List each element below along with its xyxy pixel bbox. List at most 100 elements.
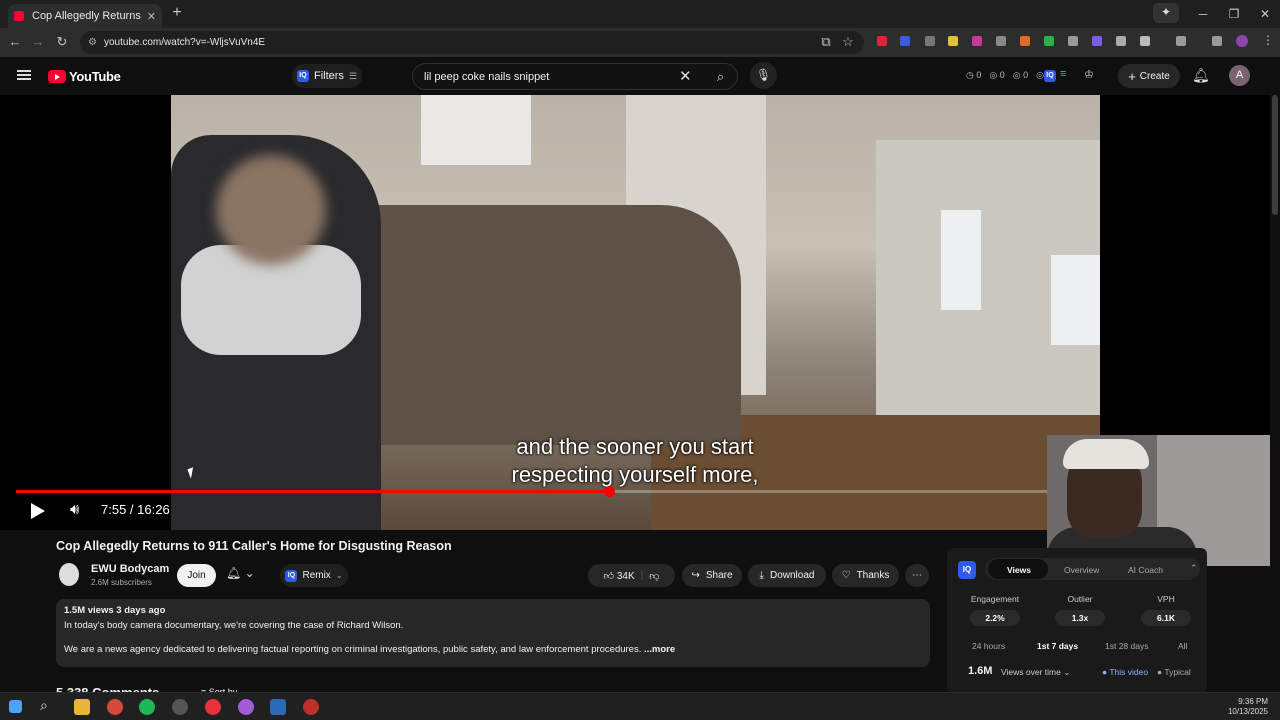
search-input[interactable] [424,64,674,89]
thanks-button[interactable]: ♡ Thanks [832,564,899,587]
extension-icon[interactable] [1044,36,1054,46]
spotify-icon[interactable] [139,699,155,715]
extension-icon[interactable] [900,36,910,46]
progress-played [16,490,610,493]
range-24h[interactable]: 24 hours [972,641,1005,651]
back-button[interactable]: ← [5,33,25,51]
forward-button[interactable]: → [28,33,48,51]
profile-avatar-icon[interactable] [1236,35,1248,47]
app-icon[interactable] [303,699,319,715]
progress-bar[interactable] [16,486,1048,497]
bookmark-star-icon[interactable]: ☆ [838,33,858,51]
dislike-button[interactable]: 👎︎ [649,570,659,582]
create-button[interactable]: + Create [1118,64,1180,88]
steam-icon[interactable] [270,699,286,715]
description-line: In today's body camera documentary, we'r… [64,620,404,631]
range-28d[interactable]: 1st 28 days [1105,641,1148,651]
clear-search-icon[interactable]: ✕ [679,67,692,85]
hamburger-menu-icon[interactable] [17,70,31,80]
maximize-button[interactable]: ❐ [1220,5,1248,23]
search-button[interactable]: ⌕ [703,64,738,89]
channel-avatar[interactable] [59,563,79,586]
app-icon[interactable] [238,699,254,715]
time-display: 7:55 / 16:26 [101,502,170,517]
like-button[interactable]: 👍︎ 34K [604,570,635,582]
channel-name[interactable]: EWU Bodycam [91,563,169,575]
account-avatar[interactable]: A [1229,65,1250,86]
range-all[interactable]: All [1178,641,1187,651]
play-button[interactable] [31,503,45,519]
legend-this-video: ● This video [1102,667,1149,677]
new-tab-button[interactable]: + [168,4,186,22]
voice-search-button[interactable]: 🎙 [750,62,777,89]
volume-icon[interactable]: 🔊︎ [70,501,79,518]
iq-extension-icon[interactable]: IQ [1044,70,1056,82]
views-and-date: 1.5M views 3 days ago [64,605,166,616]
like-dislike-group: 👍︎ 34K | 👎︎ [588,564,675,587]
extension-icon[interactable] [925,36,935,46]
trophy-icon[interactable]: ♔ [1084,68,1094,81]
close-window-button[interactable]: ✕ [1251,5,1279,23]
tab-ai-coach[interactable]: AI Coach [1128,565,1163,575]
chrome-icon[interactable] [107,699,123,715]
extension-icon[interactable] [996,36,1006,46]
thanks-label: Thanks [856,570,890,581]
tab-views[interactable]: Views [1007,565,1031,575]
collapse-icon[interactable]: ⌃ [1190,563,1198,574]
scene-window [421,95,531,165]
legend-typical: ● Typical [1157,667,1191,677]
extension-icon[interactable] [1068,36,1078,46]
remix-button[interactable]: IQ Remix ⌄ [280,564,348,587]
page-scrollbar[interactable] [1270,95,1280,690]
search-box: ✕ ⌕ [412,63,738,90]
windows-taskbar: ⌕ 9:36 PM 10/13/2025 [0,692,1280,720]
system-clock[interactable]: 9:36 PM 10/13/2025 [1228,697,1268,717]
media-controls-icon[interactable] [1212,36,1222,46]
extensions-puzzle-icon[interactable] [1140,36,1150,46]
browser-tab[interactable]: Cop Allegedly Returns to 911 C ✕ [8,4,162,28]
windows-start-icon[interactable] [9,700,22,713]
extension-icon[interactable] [1092,36,1102,46]
range-7d[interactable]: 1st 7 days [1037,641,1078,651]
extension-counters: ◷ 0 ◎ 0 ◎ 0 ◎ 0 [966,70,1052,81]
install-app-icon[interactable]: ⧉ [816,33,836,51]
extension-icon[interactable] [948,36,958,46]
reload-button[interactable]: ↻ [52,33,72,51]
extension-icon[interactable] [1116,36,1126,46]
browser-menu-icon[interactable]: ⋮ [1262,33,1274,47]
description-line: We are a news agency dedicated to delive… [64,644,642,655]
more-actions-button[interactable]: ⋯ [905,564,929,587]
browser-toolbar: ← → ↻ ⚙ youtube.com/watch?v=-WljsVuVn4E … [0,28,1280,57]
address-bar[interactable]: ⚙ youtube.com/watch?v=-WljsVuVn4E [80,31,864,54]
stat-label: Engagement [970,594,1020,604]
close-tab-icon[interactable]: ✕ [147,10,156,23]
list-icon[interactable]: ≡ [1060,68,1066,80]
side-panel-icon[interactable] [1176,36,1186,46]
join-button[interactable]: Join [177,564,216,587]
filters-button[interactable]: IQ Filters ☰ [292,64,362,88]
site-info-icon[interactable]: ⚙ [88,31,97,54]
app-icon[interactable] [205,699,221,715]
counter-item: ◎ 0 [1012,70,1029,80]
create-label: Create [1139,70,1170,82]
file-explorer-icon[interactable] [74,699,90,715]
app-icon[interactable] [172,699,188,715]
tab-overview[interactable]: Overview [1064,565,1099,575]
gemini-icon[interactable]: ✦ [1153,3,1179,23]
extension-icon[interactable] [972,36,982,46]
scrollbar-thumb[interactable] [1272,95,1278,215]
share-button[interactable]: ↪ Share [682,564,742,587]
scene-window [941,210,981,310]
notifications-bell-icon[interactable]: 🔔︎ [1192,67,1210,84]
subscribe-bell-icon[interactable]: 🔔︎ ⌄ [226,566,255,580]
extension-icon[interactable] [877,36,887,46]
download-button[interactable]: ⤓ Download [748,564,826,587]
show-more-link[interactable]: ...more [644,644,675,655]
description-box[interactable]: 1.5M views 3 days ago In today's body ca… [56,599,930,667]
webcam-overlay [1047,435,1280,566]
extension-icon[interactable] [1020,36,1030,46]
youtube-logo[interactable]: YouTube [48,69,121,84]
search-icon[interactable]: ⌕ [40,697,48,714]
views-over-time-select[interactable]: Views over time ⌄ [1001,667,1070,678]
minimize-button[interactable]: ─ [1189,5,1217,23]
